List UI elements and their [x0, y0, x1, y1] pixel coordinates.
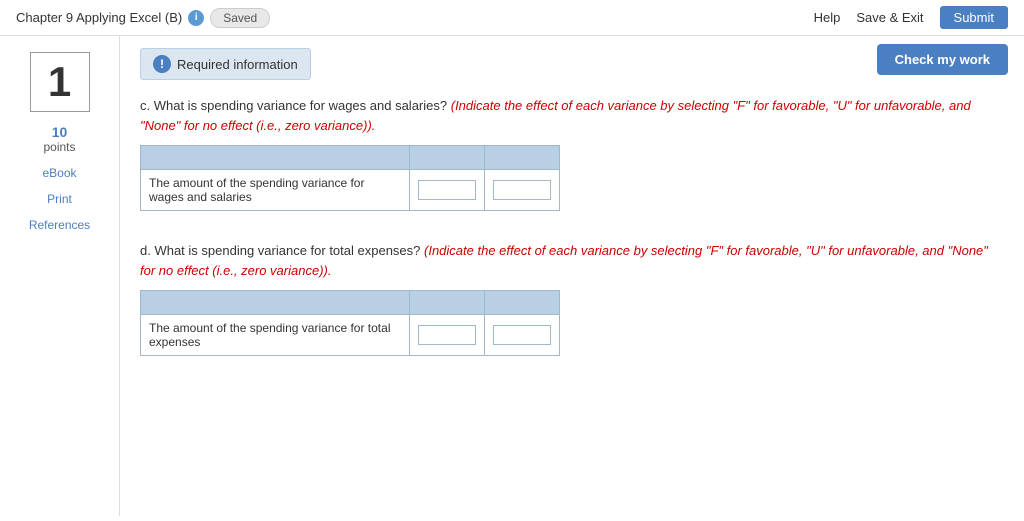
- input-c-col2[interactable]: [485, 170, 560, 211]
- ebook-link[interactable]: eBook: [42, 166, 76, 180]
- question-d-table: The amount of the spending variance for …: [140, 290, 560, 356]
- col-header-label: [141, 146, 410, 170]
- row-label-c: The amount of the spending variance for …: [141, 170, 410, 211]
- references-link[interactable]: References: [29, 218, 90, 232]
- top-bar-left: Chapter 9 Applying Excel (B) i Saved: [16, 8, 270, 28]
- save-exit-link[interactable]: Save & Exit: [856, 10, 923, 25]
- question-number-box: 1: [30, 52, 90, 112]
- col-d-header-2: [485, 291, 560, 315]
- check-my-work-button[interactable]: Check my work: [877, 44, 1008, 75]
- question-c-section: c. What is spending variance for wages a…: [140, 96, 1004, 211]
- question-c-table: The amount of the spending variance for …: [140, 145, 560, 211]
- required-banner: ! Required information: [140, 48, 311, 80]
- col-d-header-label: [141, 291, 410, 315]
- content-area: Check my work ! Required information c. …: [120, 36, 1024, 516]
- question-d-text: d. What is spending variance for total e…: [140, 241, 1004, 280]
- col-header-2: [485, 146, 560, 170]
- points-label: 10 points: [43, 124, 75, 154]
- question-c-text: c. What is spending variance for wages a…: [140, 96, 1004, 135]
- print-link[interactable]: Print: [47, 192, 72, 206]
- question-d-section: d. What is spending variance for total e…: [140, 241, 1004, 356]
- submit-button[interactable]: Submit: [940, 6, 1008, 29]
- input-c-col1[interactable]: [410, 170, 485, 211]
- points-number: 10: [43, 124, 75, 140]
- info-icon[interactable]: i: [188, 10, 204, 26]
- input-d-col1[interactable]: [410, 315, 485, 356]
- col-header-1: [410, 146, 485, 170]
- saved-badge: Saved: [210, 8, 270, 28]
- input-c-1[interactable]: [418, 180, 476, 200]
- table-row: The amount of the spending variance for …: [141, 170, 560, 211]
- exclamation-icon: !: [153, 55, 171, 73]
- points-text: points: [43, 140, 75, 154]
- top-bar-right: Help Save & Exit Submit: [814, 6, 1008, 29]
- input-d-col2[interactable]: [485, 315, 560, 356]
- required-text: Required information: [177, 57, 298, 72]
- sidebar: 1 10 points eBook Print References: [0, 36, 120, 516]
- chapter-title: Chapter 9 Applying Excel (B): [16, 10, 182, 25]
- input-d-2[interactable]: [493, 325, 551, 345]
- input-c-2[interactable]: [493, 180, 551, 200]
- col-d-header-1: [410, 291, 485, 315]
- help-link[interactable]: Help: [814, 10, 841, 25]
- input-d-1[interactable]: [418, 325, 476, 345]
- question-number: 1: [48, 58, 71, 106]
- main-layout: 1 10 points eBook Print References Check…: [0, 36, 1024, 516]
- top-bar: Chapter 9 Applying Excel (B) i Saved Hel…: [0, 0, 1024, 36]
- table-row: The amount of the spending variance for …: [141, 315, 560, 356]
- row-label-d: The amount of the spending variance for …: [141, 315, 410, 356]
